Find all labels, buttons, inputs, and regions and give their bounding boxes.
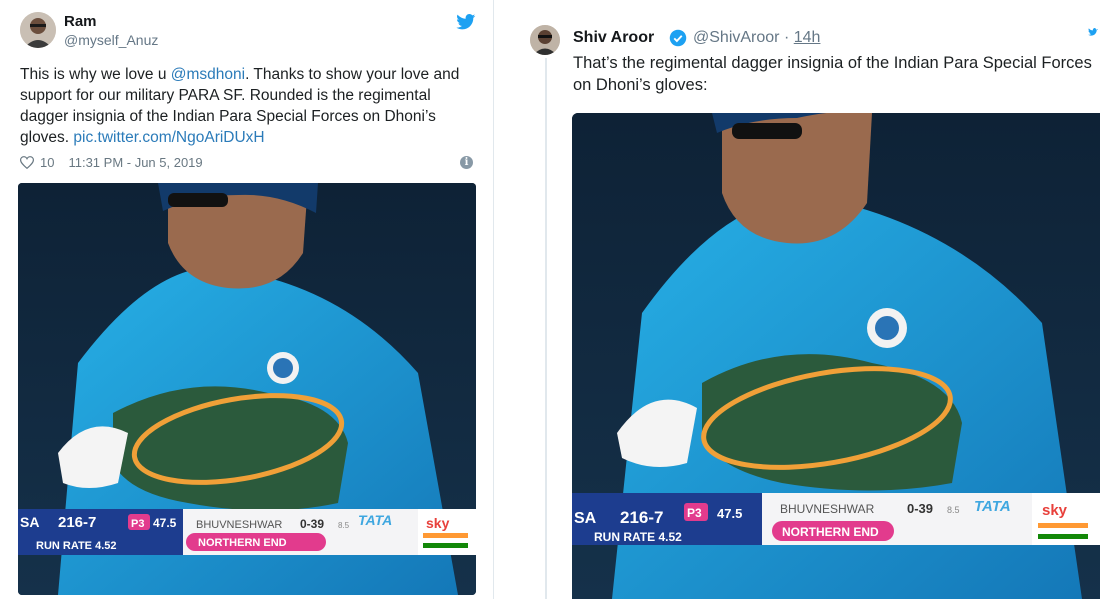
scorebar-bowler-figures: 0-39 [300,517,324,531]
author-name[interactable]: Ram [64,13,97,30]
scorebar-bowler-overs: 8.5 [338,521,350,530]
author-name[interactable]: Shiv Aroor [573,29,654,47]
right-tweet-header-meta: @ShivAroor · 14h [693,29,820,47]
tweet-media-photo[interactable]: SA 216-7 P3 47.5 RUN RATE 4.52 BHUVNESHW… [572,113,1100,599]
scorebar-broadcaster: sky [426,515,450,531]
scorebar-score: 216-7 [620,508,663,527]
like-count[interactable]: 10 [40,155,54,170]
embedded-tweet-ram: Ram @myself_Anuz This is why we love u @… [0,0,494,599]
pic-link[interactable]: pic.twitter.com/NgoAriDUxH [73,129,264,146]
scorebar-bowler: BHUVNESHWAR [780,502,875,516]
scorebar-bowler: BHUVNESHWAR [196,519,282,531]
scorebar-team: SA [20,514,39,530]
scorebar-end: NORTHERN END [782,525,879,539]
mention-link[interactable]: @msdhoni [171,66,245,83]
avatar[interactable] [530,25,560,55]
avatar[interactable] [20,12,56,48]
dhoni-photo: SA 216-7 P3 47.5 RUN RATE 4.52 BHUVNESHW… [572,113,1100,599]
scorebar-run-rate: RUN RATE 4.52 [36,540,116,552]
scorebar-end: NORTHERN END [198,537,287,549]
scorebar-powerplay: P3 [687,506,702,520]
scorebar-broadcaster: sky [1042,502,1068,519]
info-icon[interactable]: i [460,156,473,169]
tweet-text: This is why we love u @msdhoni. Thanks t… [20,64,480,148]
verified-badge-icon [669,29,687,47]
tweet-media-photo[interactable]: SA 216-7 P3 47.5 RUN RATE 4.52 BHUVNESHW… [18,183,476,595]
timestamp[interactable]: 11:31 PM - Jun 5, 2019 [68,155,202,170]
dhoni-photo: SA 216-7 P3 47.5 RUN RATE 4.52 BHUVNESHW… [18,183,476,595]
thread-line [545,58,547,599]
separator: · [783,29,790,46]
twitter-bird-icon[interactable] [1086,28,1100,44]
scorebar-overs: 47.5 [153,516,177,530]
heart-icon[interactable] [20,156,34,169]
author-handle[interactable]: @ShivAroor [693,29,780,46]
scorebar-bowler-figures: 0-39 [907,501,933,516]
tweet-meta: 10 11:31 PM - Jun 5, 2019 [20,155,203,170]
scorebar-overs: 47.5 [717,506,742,521]
scorebar-bowler-overs: 8.5 [947,505,960,515]
tweet-text: That’s the regimental dagger insignia of… [573,54,1092,94]
twitter-bird-icon[interactable] [456,14,476,30]
tweet-text-part: This is why we love u [20,66,171,83]
scorebar-run-rate: RUN RATE 4.52 [594,530,682,544]
scorebar-sponsor: TATA [358,512,392,528]
author-handle[interactable]: @myself_Anuz [64,32,158,48]
scorebar-sponsor: TATA [974,498,1011,515]
scorebar-powerplay: P3 [131,518,144,530]
tweet-time[interactable]: 14h [794,29,821,46]
scorebar-team: SA [574,510,597,527]
scorebar-score: 216-7 [58,514,96,531]
